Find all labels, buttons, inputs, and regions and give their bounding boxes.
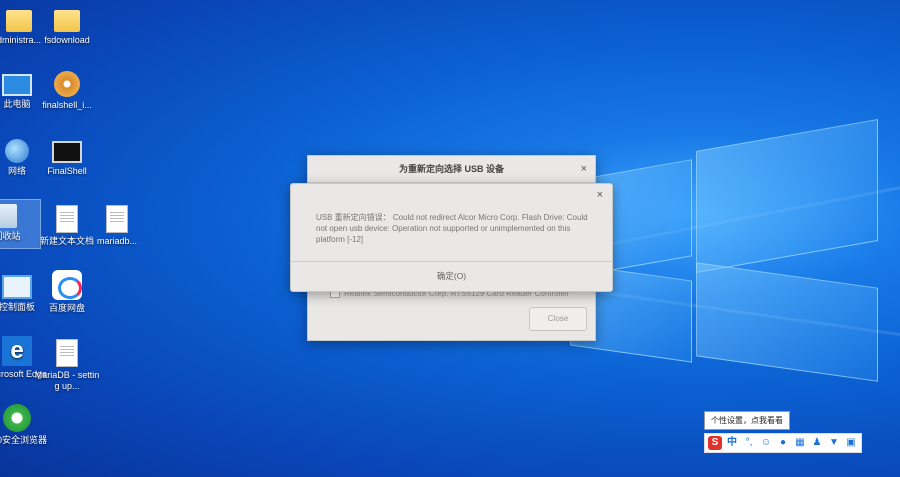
computer-icon [2, 74, 32, 96]
error-message: USB 重新定向错误： Could not redirect Alcor Mic… [316, 213, 588, 244]
microphone-icon[interactable]: ● [776, 436, 790, 450]
folder-icon [54, 10, 80, 32]
recycle-bin-icon [0, 204, 17, 228]
ime-toolbar: S 中 °, ☺ ● ▦ ♟ ▼ ▣ [704, 433, 862, 453]
close-icon[interactable]: × [597, 184, 603, 206]
ime-tooltip: 个性设置，点我看看 [704, 411, 790, 430]
desktop-icon-label: FinalShell [47, 166, 87, 176]
desktop-icon-finalshell[interactable]: FinalShell [34, 135, 100, 177]
network-icon [5, 139, 29, 163]
ok-button[interactable]: 确定(O) [291, 264, 612, 288]
desktop-icon-360-browser[interactable]: 360安全浏览器 [0, 404, 50, 446]
desktop-icon-label: 360安全浏览器 [0, 435, 48, 445]
windows-logo-pane [696, 262, 878, 382]
emoji-icon[interactable]: ☺ [759, 436, 773, 450]
installer-icon [54, 71, 80, 97]
windows-logo-pane [696, 118, 878, 274]
shirt-icon[interactable]: ▼ [827, 436, 841, 450]
desktop-icon-mariadb[interactable]: mariadb... [84, 202, 150, 247]
document-icon [106, 205, 128, 233]
document-icon [56, 339, 78, 367]
usb-error-dialog: × USB 重新定向错误： Could not redirect Alcor M… [290, 183, 613, 292]
divider [291, 261, 612, 262]
close-icon[interactable]: × [581, 156, 587, 182]
grid-icon[interactable]: ▣ [844, 436, 858, 450]
user-icon[interactable]: ♟ [810, 436, 824, 450]
keyboard-icon[interactable]: ▦ [793, 436, 807, 450]
close-button[interactable]: Close [529, 307, 587, 331]
browser-360-icon [3, 404, 31, 432]
ime-language-toggle[interactable]: 中 [725, 436, 739, 450]
desktop-icon-label: 百度网盘 [48, 303, 85, 313]
text-document-icon [56, 205, 78, 233]
desktop-icon-label: MariaDB - setting up... [34, 370, 100, 391]
desktop-icon-finalshell-installer[interactable]: finalshell_i... [34, 68, 100, 111]
control-panel-icon [2, 275, 32, 299]
desktop: dministra... fsdownload 此电脑 finalshell_i… [0, 0, 900, 477]
punctuation-toggle[interactable]: °, [742, 436, 756, 450]
cloud-icon [52, 270, 82, 300]
desktop-icon-baidu-netdisk[interactable]: 百度网盘 [34, 270, 100, 314]
desktop-icon-label: finalshell_i... [42, 100, 92, 110]
desktop-icon-fsdownload[interactable]: fsdownload [34, 4, 100, 46]
desktop-icon-mariadb-setup[interactable]: MariaDB - setting up... [34, 336, 100, 392]
edge-browser-icon: e [2, 336, 32, 366]
sogou-logo-icon[interactable]: S [708, 436, 722, 450]
user-folder-icon [6, 10, 32, 32]
desktop-icon-label: mariadb... [96, 236, 138, 246]
terminal-icon [52, 141, 82, 163]
desktop-icon-label: fsdownload [44, 35, 90, 45]
dialog-title: 为重新定向选择 USB 设备 [308, 156, 595, 183]
